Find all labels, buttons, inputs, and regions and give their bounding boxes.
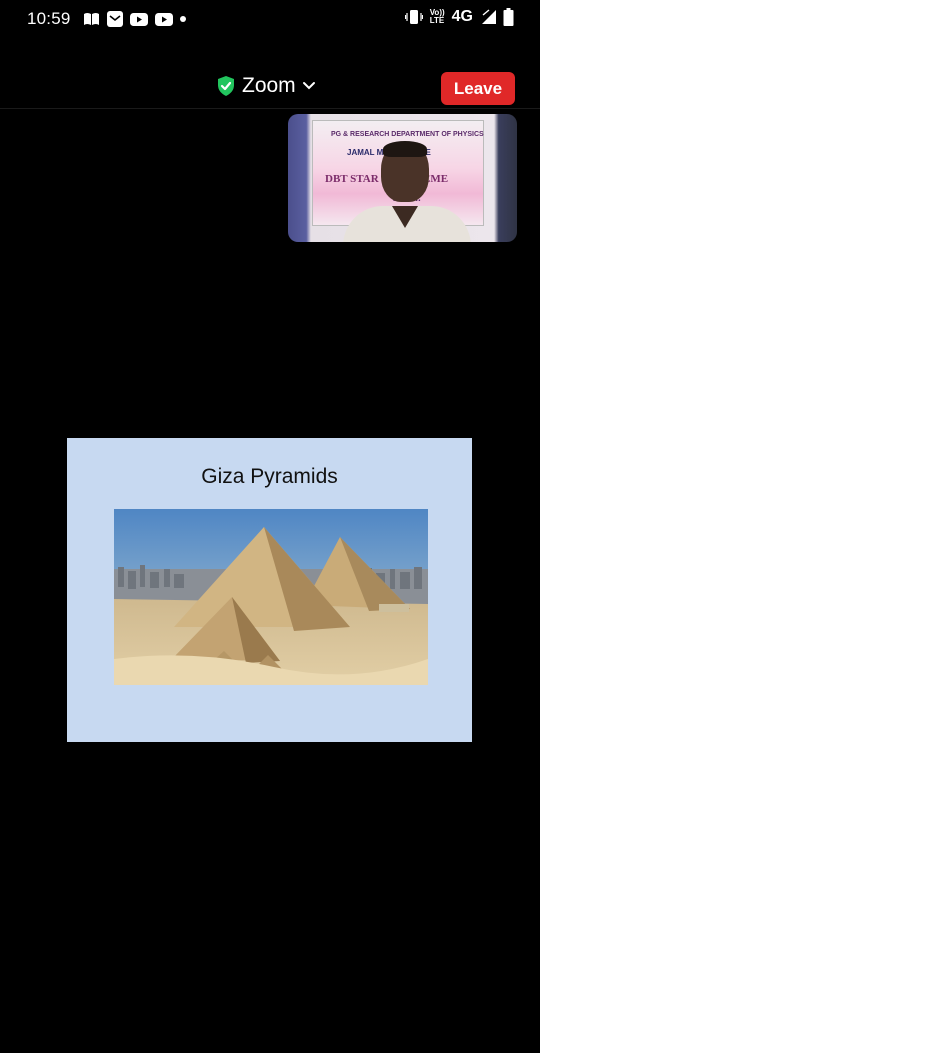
- signal-icon: [482, 9, 496, 24]
- banner-text: PG & RESEARCH DEPARTMENT OF PHYSICS: [331, 131, 484, 138]
- leave-button[interactable]: Leave: [441, 72, 515, 105]
- shield-check-icon: [218, 76, 234, 96]
- pyramids-photo: [114, 509, 428, 685]
- zoom-meeting-screen: 10:59 Vo)) LTE 4G Zoom Leave PG & RESEAR…: [0, 0, 540, 1053]
- participant-video-tile[interactable]: PG & RESEARCH DEPARTMENT OF PHYSICS JAMA…: [288, 114, 517, 242]
- meeting-title: Zoom: [242, 74, 296, 97]
- youtube-icon: [155, 12, 173, 26]
- volte-icon: Vo)) LTE: [430, 9, 445, 25]
- youtube-icon: [130, 12, 148, 26]
- meeting-title-dropdown[interactable]: Zoom: [216, 74, 316, 98]
- shared-screen-slide: Giza Pyramids: [67, 438, 472, 742]
- chevron-down-icon: [302, 82, 315, 90]
- network-type: 4G: [451, 8, 473, 25]
- mail-icon: [107, 11, 123, 27]
- system-status-icons: Vo)) LTE 4G: [404, 8, 514, 26]
- vibrate-icon: [404, 10, 423, 24]
- dot-icon: [180, 16, 186, 22]
- meeting-header: Zoom Leave: [0, 60, 540, 109]
- status-time: 10:59: [27, 9, 71, 28]
- volte-bottom: LTE: [429, 16, 445, 25]
- book-icon: [84, 13, 99, 25]
- slide-title: Giza Pyramids: [201, 465, 338, 488]
- notification-icons: [83, 11, 186, 27]
- participant-hair: [383, 141, 427, 157]
- battery-icon: [503, 8, 514, 26]
